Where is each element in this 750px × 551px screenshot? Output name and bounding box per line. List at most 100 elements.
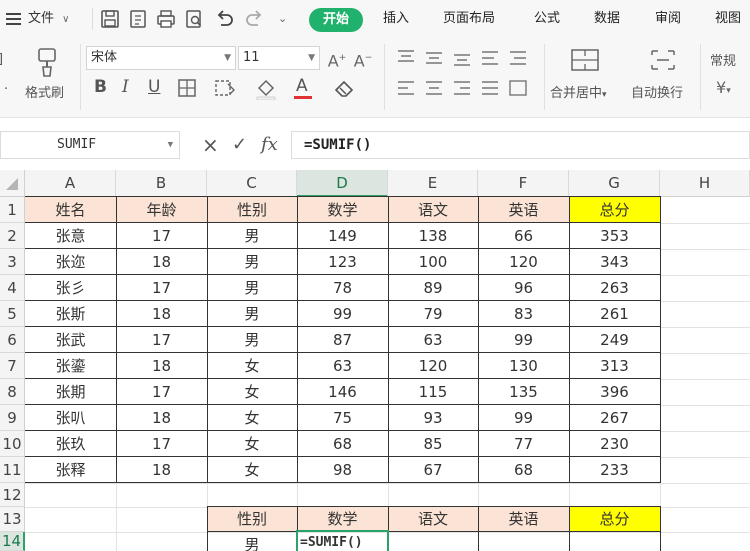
tab-data[interactable]: 数据 [594, 0, 620, 38]
table-cell[interactable]: 89 [388, 275, 478, 301]
table-cell[interactable]: 100 [388, 249, 478, 275]
horizontal-align-icons[interactable] [396, 78, 536, 98]
underline-button[interactable]: U [148, 77, 160, 97]
font-color-icon[interactable]: A [296, 76, 308, 96]
summary-header-english[interactable]: 英语 [478, 507, 569, 532]
table-cell[interactable]: 17 [116, 327, 207, 353]
table-cell[interactable]: 353 [569, 223, 660, 249]
table-cell[interactable]: 135 [478, 379, 569, 405]
header-cell-name[interactable]: 姓名 [25, 197, 116, 223]
table-cell[interactable]: 120 [478, 249, 569, 275]
table-cell[interactable]: 233 [569, 457, 660, 483]
confirm-icon[interactable]: ✓ [232, 131, 247, 159]
summary-cell-gender[interactable]: 男 [207, 532, 297, 551]
column-header-c[interactable]: C [207, 170, 297, 197]
tab-home[interactable]: 开始 [309, 8, 363, 32]
print-icon[interactable] [156, 8, 176, 30]
header-cell-math[interactable]: 数学 [297, 197, 388, 223]
table-cell[interactable]: 男 [207, 223, 297, 249]
table-cell[interactable]: 87 [297, 327, 388, 353]
table-cell[interactable]: 63 [388, 327, 478, 353]
table-cell[interactable]: 张玖 [25, 431, 116, 457]
increase-font-icon[interactable]: A+ [326, 46, 348, 73]
row-header[interactable]: 13 [0, 507, 25, 532]
tab-review[interactable]: 审阅 [655, 0, 681, 38]
table-cell[interactable]: 263 [569, 275, 660, 301]
column-header-a[interactable]: A [25, 170, 116, 197]
table-cell[interactable]: 男 [207, 327, 297, 353]
currency-format-button[interactable]: ¥▾ [716, 78, 731, 97]
clear-eraser-icon[interactable] [333, 78, 357, 98]
summary-header-chinese[interactable]: 语文 [388, 507, 478, 532]
row-header[interactable]: 11 [0, 457, 25, 483]
table-cell[interactable]: 女 [207, 353, 297, 379]
merge-center-icon[interactable] [570, 48, 600, 72]
table-cell[interactable]: 343 [569, 249, 660, 275]
formula-input[interactable]: =SUMIF() [291, 131, 750, 159]
table-cell[interactable]: 96 [478, 275, 569, 301]
italic-button[interactable]: I [122, 77, 129, 97]
row-header[interactable]: 2 [0, 223, 25, 249]
table-cell[interactable]: 张叭 [25, 405, 116, 431]
table-cell[interactable]: 99 [478, 405, 569, 431]
vertical-align-icons[interactable] [396, 48, 536, 68]
table-cell[interactable]: 女 [207, 457, 297, 483]
insert-function-icon[interactable]: fx [261, 131, 278, 159]
table-cell[interactable]: 张武 [25, 327, 116, 353]
redo-icon[interactable] [245, 8, 265, 30]
tab-page-layout[interactable]: 页面布局 [443, 0, 495, 38]
table-cell[interactable]: 99 [478, 327, 569, 353]
bold-button[interactable]: B [94, 77, 107, 97]
wrap-text-icon[interactable] [648, 48, 678, 72]
table-cell[interactable]: 85 [388, 431, 478, 457]
table-cell[interactable]: 120 [388, 353, 478, 379]
header-cell-age[interactable]: 年龄 [116, 197, 207, 223]
tab-view[interactable]: 视图 [715, 0, 741, 38]
column-header-b[interactable]: B [116, 170, 207, 197]
number-format-select[interactable]: 常规 [710, 50, 736, 69]
header-cell-english[interactable]: 英语 [478, 197, 569, 223]
name-box[interactable]: SUMIF ▼ [0, 131, 180, 159]
table-cell[interactable]: 138 [388, 223, 478, 249]
format-painter-label[interactable]: 格式刷 [25, 82, 64, 101]
print-preview-icon[interactable] [184, 8, 204, 30]
table-cell[interactable]: 张鎏 [25, 353, 116, 379]
table-cell[interactable]: 张意 [25, 223, 116, 249]
fill-color-icon[interactable] [255, 78, 277, 100]
table-cell[interactable]: 99 [297, 301, 388, 327]
tab-insert[interactable]: 插入 [383, 0, 409, 38]
summary-header-total[interactable]: 总分 [569, 507, 660, 532]
select-all-corner[interactable] [0, 170, 25, 197]
table-cell[interactable]: 张斯 [25, 301, 116, 327]
header-cell-gender[interactable]: 性别 [207, 197, 297, 223]
decrease-font-icon[interactable]: A− [352, 46, 374, 73]
table-cell[interactable]: 18 [116, 353, 207, 379]
column-header-f[interactable]: F [478, 170, 569, 197]
table-cell[interactable]: 17 [116, 223, 207, 249]
save-icon[interactable] [100, 8, 120, 30]
table-cell[interactable]: 17 [116, 275, 207, 301]
table-cell[interactable]: 男 [207, 275, 297, 301]
row-header[interactable]: 10 [0, 431, 25, 457]
table-cell[interactable]: 261 [569, 301, 660, 327]
font-name-select[interactable]: 宋体 ▼ [86, 46, 236, 70]
column-header-h[interactable]: H [660, 170, 750, 197]
table-cell[interactable]: 67 [388, 457, 478, 483]
summary-header-math[interactable]: 数学 [297, 507, 388, 532]
hamburger-icon[interactable] [6, 11, 24, 27]
table-cell[interactable]: 男 [207, 301, 297, 327]
paste-dropdown-partial[interactable]: · [4, 82, 8, 97]
table-cell[interactable]: 17 [116, 431, 207, 457]
tab-formulas[interactable]: 公式 [534, 0, 560, 38]
table-cell[interactable]: 17 [116, 379, 207, 405]
row-header[interactable]: 6 [0, 327, 25, 353]
table-cell[interactable]: 149 [297, 223, 388, 249]
row-header[interactable]: 12 [0, 483, 25, 507]
summary-cell-chinese[interactable] [388, 532, 478, 551]
table-cell[interactable]: 230 [569, 431, 660, 457]
table-cell[interactable]: 张彡 [25, 275, 116, 301]
table-cell[interactable]: 249 [569, 327, 660, 353]
borders-icon[interactable] [177, 78, 197, 98]
font-size-select[interactable]: 11 ▼ [238, 46, 320, 70]
export-pdf-icon[interactable] [128, 8, 148, 30]
